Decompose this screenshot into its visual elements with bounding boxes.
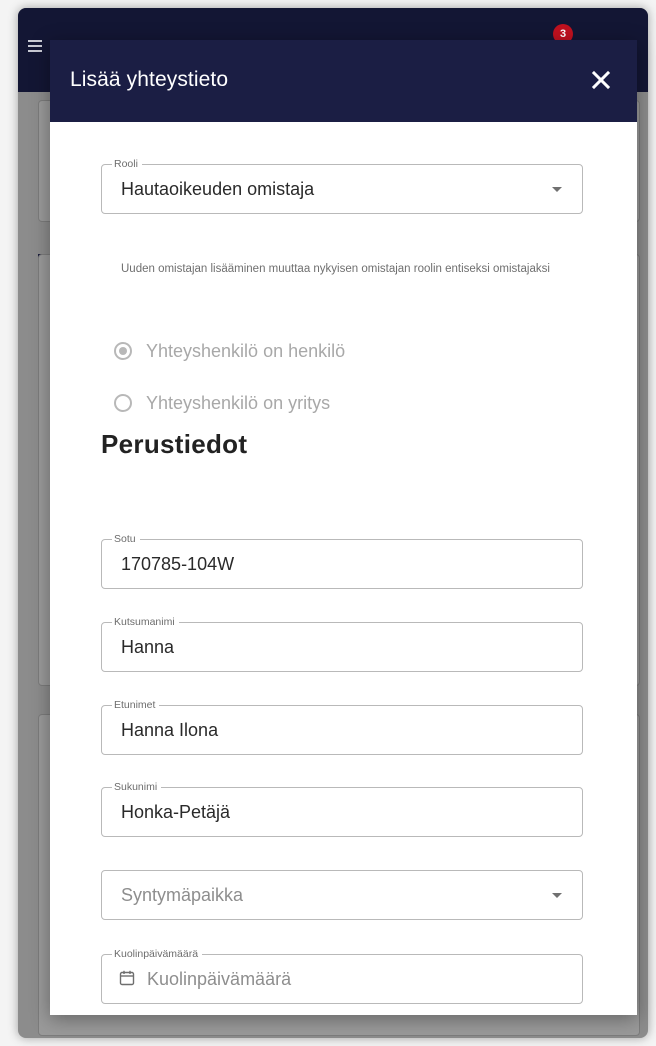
radio-contact-company[interactable]: Yhteyshenkilö on yritys: [114, 388, 330, 418]
menu-icon: [28, 40, 42, 52]
first-names-field[interactable]: Etunimet Hanna Ilona: [101, 698, 583, 755]
nickname-value: Hanna: [121, 637, 175, 657]
first-names-label: Etunimet: [112, 698, 160, 712]
radio-contact-person-label: Yhteyshenkilö on henkilö: [146, 340, 346, 361]
last-name-value: Honka-Petäjä: [121, 802, 231, 822]
close-icon: [591, 70, 611, 90]
date-of-death-placeholder: Kuolinpäivämäärä: [147, 969, 292, 989]
dialog-header: Lisää yhteystieto: [50, 40, 637, 122]
date-of-death-field[interactable]: Kuolinpäivämäärä Kuolinpäivämäärä: [101, 947, 583, 1004]
nickname-label: Kutsumanimi: [112, 615, 179, 629]
radio-unchecked-icon: [114, 394, 132, 412]
first-names-value: Hanna Ilona: [121, 720, 219, 740]
sotu-label: Sotu: [112, 532, 140, 546]
role-select-value: Hautaoikeuden omistaja: [121, 179, 315, 199]
sotu-value: 170785-104W: [121, 554, 235, 574]
add-contact-dialog: Lisää yhteystieto Rooli Hautaoikeuden om…: [50, 40, 637, 1015]
section-heading: Perustiedot: [101, 429, 248, 459]
screen: 3 Lisää yhteystieto Rooli Hautaoikeuden …: [0, 0, 656, 1046]
caret-down-icon: [552, 187, 562, 192]
nickname-field[interactable]: Kutsumanimi Hanna: [101, 615, 583, 672]
date-of-death-label: Kuolinpäivämäärä: [112, 947, 203, 961]
last-name-field[interactable]: Sukunimi Honka-Petäjä: [101, 780, 583, 837]
role-helper-text: Uuden omistajan lisääminen muuttaa nykyi…: [121, 263, 550, 275]
role-select[interactable]: Rooli Hautaoikeuden omistaja: [101, 157, 583, 214]
close-button[interactable]: [587, 66, 615, 94]
last-name-label: Sukunimi: [112, 780, 162, 794]
caret-down-icon: [552, 893, 562, 898]
sotu-field[interactable]: Sotu 170785-104W: [101, 532, 583, 589]
radio-contact-company-label: Yhteyshenkilö on yritys: [146, 392, 331, 413]
role-select-label: Rooli: [112, 157, 142, 171]
dialog-body: Rooli Hautaoikeuden omistaja Uuden omist…: [50, 122, 637, 1015]
radio-checked-icon: [114, 342, 132, 360]
birthplace-placeholder: Syntymäpaikka: [121, 885, 244, 905]
radio-contact-person[interactable]: Yhteyshenkilö on henkilö: [114, 336, 345, 366]
calendar-icon: [119, 970, 135, 986]
birthplace-select[interactable]: Syntymäpaikka: [101, 870, 583, 920]
dialog-title: Lisää yhteystieto: [70, 68, 229, 91]
